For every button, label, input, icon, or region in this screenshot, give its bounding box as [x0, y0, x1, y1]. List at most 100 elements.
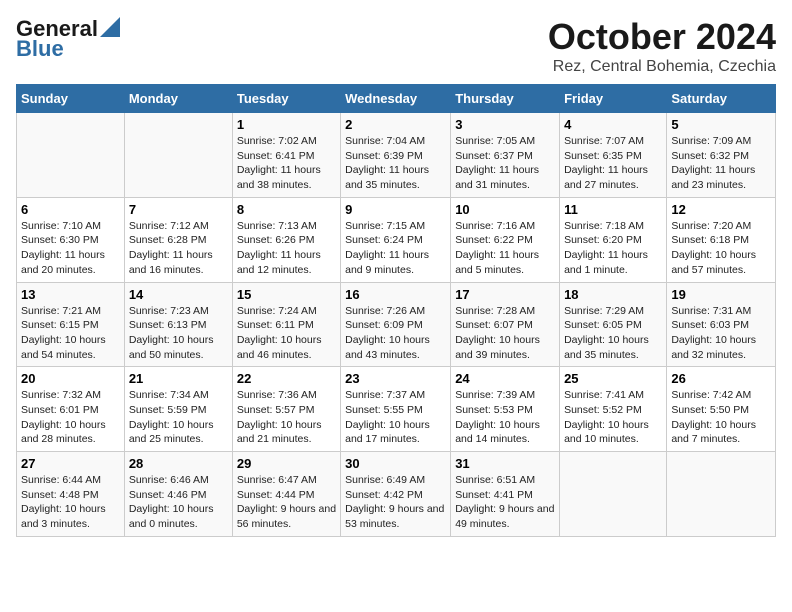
calendar-cell	[560, 452, 667, 537]
day-header-thursday: Thursday	[451, 85, 560, 113]
calendar-cell: 16 Sunrise: 7:26 AM Sunset: 6:09 PM Dayli…	[341, 282, 451, 367]
day-info: Sunrise: 7:16 AM Sunset: 6:22 PM Dayligh…	[455, 219, 555, 278]
day-info: Sunrise: 7:31 AM Sunset: 6:03 PM Dayligh…	[671, 304, 771, 363]
calendar-cell: 12 Sunrise: 7:20 AM Sunset: 6:18 PM Dayli…	[667, 197, 776, 282]
day-number: 25	[564, 371, 662, 386]
logo-arrow-icon	[100, 17, 120, 37]
calendar-cell: 15 Sunrise: 7:24 AM Sunset: 6:11 PM Dayli…	[232, 282, 340, 367]
calendar-cell: 27 Sunrise: 6:44 AM Sunset: 4:48 PM Dayli…	[17, 452, 125, 537]
day-info: Sunrise: 7:34 AM Sunset: 5:59 PM Dayligh…	[129, 388, 228, 447]
calendar-cell: 29Sunrise: 6:47 AM Sunset: 4:44 PM Dayli…	[232, 452, 340, 537]
day-number: 14	[129, 287, 228, 302]
calendar-cell: 30 Sunrise: 6:49 AM Sunset: 4:42 PM Dayli…	[341, 452, 451, 537]
calendar-cell: 14 Sunrise: 7:23 AM Sunset: 6:13 PM Dayli…	[124, 282, 232, 367]
calendar-cell: 26 Sunrise: 7:42 AM Sunset: 5:50 PM Dayli…	[667, 367, 776, 452]
day-info: Sunrise: 7:07 AM Sunset: 6:35 PM Dayligh…	[564, 134, 662, 193]
day-number: 7	[129, 202, 228, 217]
day-info: Sunrise: 7:12 AM Sunset: 6:28 PM Dayligh…	[129, 219, 228, 278]
calendar-cell: 1Sunrise: 7:02 AM Sunset: 6:41 PM Daylig…	[232, 113, 340, 198]
calendar-cell: 2 Sunrise: 7:04 AM Sunset: 6:39 PM Daylig…	[341, 113, 451, 198]
day-info: Sunrise: 7:13 AM Sunset: 6:26 PM Dayligh…	[237, 219, 336, 278]
day-number: 24	[455, 371, 555, 386]
calendar-week-row: 20 Sunrise: 7:32 AM Sunset: 6:01 PM Dayli…	[17, 367, 776, 452]
day-info: Sunrise: 7:42 AM Sunset: 5:50 PM Dayligh…	[671, 388, 771, 447]
day-header-monday: Monday	[124, 85, 232, 113]
calendar-cell: 31Sunrise: 6:51 AM Sunset: 4:41 PM Dayli…	[451, 452, 560, 537]
day-info: Sunrise: 7:26 AM Sunset: 6:09 PM Dayligh…	[345, 304, 446, 363]
day-number: 5	[671, 117, 771, 132]
day-number: 2	[345, 117, 446, 132]
day-info: Sunrise: 7:09 AM Sunset: 6:32 PM Dayligh…	[671, 134, 771, 193]
day-info: Sunrise: 7:15 AM Sunset: 6:24 PM Dayligh…	[345, 219, 446, 278]
day-number: 28	[129, 456, 228, 471]
calendar-cell: 11 Sunrise: 7:18 AM Sunset: 6:20 PM Dayli…	[560, 197, 667, 282]
calendar-table: SundayMondayTuesdayWednesdayThursdayFrid…	[16, 84, 776, 537]
day-header-sunday: Sunday	[17, 85, 125, 113]
day-info: Sunrise: 7:28 AM Sunset: 6:07 PM Dayligh…	[455, 304, 555, 363]
calendar-cell: 28Sunrise: 6:46 AM Sunset: 4:46 PM Dayli…	[124, 452, 232, 537]
calendar-cell: 4Sunrise: 7:07 AM Sunset: 6:35 PM Daylig…	[560, 113, 667, 198]
day-info: Sunrise: 7:18 AM Sunset: 6:20 PM Dayligh…	[564, 219, 662, 278]
day-number: 11	[564, 202, 662, 217]
page-header: General Blue October 2024 Rez, Central B…	[16, 16, 776, 76]
day-number: 8	[237, 202, 336, 217]
calendar-cell: 17 Sunrise: 7:28 AM Sunset: 6:07 PM Dayli…	[451, 282, 560, 367]
day-info: Sunrise: 7:05 AM Sunset: 6:37 PM Dayligh…	[455, 134, 555, 193]
calendar-cell: 18 Sunrise: 7:29 AM Sunset: 6:05 PM Dayli…	[560, 282, 667, 367]
day-info: Sunrise: 7:02 AM Sunset: 6:41 PM Dayligh…	[237, 134, 336, 193]
day-number: 17	[455, 287, 555, 302]
day-number: 16	[345, 287, 446, 302]
day-number: 30	[345, 456, 446, 471]
calendar-cell: 21 Sunrise: 7:34 AM Sunset: 5:59 PM Dayli…	[124, 367, 232, 452]
day-info: Sunrise: 7:23 AM Sunset: 6:13 PM Dayligh…	[129, 304, 228, 363]
day-info: Sunrise: 7:20 AM Sunset: 6:18 PM Dayligh…	[671, 219, 771, 278]
day-number: 22	[237, 371, 336, 386]
day-number: 15	[237, 287, 336, 302]
day-info: Sunrise: 7:39 AM Sunset: 5:53 PM Dayligh…	[455, 388, 555, 447]
day-header-wednesday: Wednesday	[341, 85, 451, 113]
page-title: October 2024	[548, 16, 776, 58]
day-number: 31	[455, 456, 555, 471]
day-number: 23	[345, 371, 446, 386]
day-number: 27	[21, 456, 120, 471]
calendar-body: 1Sunrise: 7:02 AM Sunset: 6:41 PM Daylig…	[17, 113, 776, 537]
calendar-cell	[17, 113, 125, 198]
calendar-week-row: 27 Sunrise: 6:44 AM Sunset: 4:48 PM Dayli…	[17, 452, 776, 537]
calendar-cell	[124, 113, 232, 198]
day-number: 21	[129, 371, 228, 386]
calendar-week-row: 1Sunrise: 7:02 AM Sunset: 6:41 PM Daylig…	[17, 113, 776, 198]
calendar-cell: 13 Sunrise: 7:21 AM Sunset: 6:15 PM Dayli…	[17, 282, 125, 367]
day-number: 18	[564, 287, 662, 302]
calendar-cell: 10Sunrise: 7:16 AM Sunset: 6:22 PM Dayli…	[451, 197, 560, 282]
day-header-saturday: Saturday	[667, 85, 776, 113]
day-number: 20	[21, 371, 120, 386]
day-info: Sunrise: 7:24 AM Sunset: 6:11 PM Dayligh…	[237, 304, 336, 363]
calendar-cell: 24 Sunrise: 7:39 AM Sunset: 5:53 PM Dayli…	[451, 367, 560, 452]
day-info: Sunrise: 7:04 AM Sunset: 6:39 PM Dayligh…	[345, 134, 446, 193]
day-number: 29	[237, 456, 336, 471]
day-number: 26	[671, 371, 771, 386]
day-header-friday: Friday	[560, 85, 667, 113]
day-header-tuesday: Tuesday	[232, 85, 340, 113]
day-info: Sunrise: 7:29 AM Sunset: 6:05 PM Dayligh…	[564, 304, 662, 363]
day-number: 9	[345, 202, 446, 217]
day-number: 12	[671, 202, 771, 217]
calendar-header-row: SundayMondayTuesdayWednesdayThursdayFrid…	[17, 85, 776, 113]
day-info: Sunrise: 7:10 AM Sunset: 6:30 PM Dayligh…	[21, 219, 120, 278]
calendar-cell: 8 Sunrise: 7:13 AM Sunset: 6:26 PM Daylig…	[232, 197, 340, 282]
day-info: Sunrise: 7:32 AM Sunset: 6:01 PM Dayligh…	[21, 388, 120, 447]
day-info: Sunrise: 6:44 AM Sunset: 4:48 PM Dayligh…	[21, 473, 120, 532]
day-info: Sunrise: 7:21 AM Sunset: 6:15 PM Dayligh…	[21, 304, 120, 363]
day-info: Sunrise: 7:41 AM Sunset: 5:52 PM Dayligh…	[564, 388, 662, 447]
calendar-cell: 19 Sunrise: 7:31 AM Sunset: 6:03 PM Dayli…	[667, 282, 776, 367]
day-number: 3	[455, 117, 555, 132]
title-block: October 2024 Rez, Central Bohemia, Czech…	[548, 16, 776, 76]
day-info: Sunrise: 6:49 AM Sunset: 4:42 PM Dayligh…	[345, 473, 446, 532]
calendar-cell: 7 Sunrise: 7:12 AM Sunset: 6:28 PM Daylig…	[124, 197, 232, 282]
day-info: Sunrise: 7:37 AM Sunset: 5:55 PM Dayligh…	[345, 388, 446, 447]
calendar-cell: 20 Sunrise: 7:32 AM Sunset: 6:01 PM Dayli…	[17, 367, 125, 452]
day-number: 19	[671, 287, 771, 302]
logo-blue-text: Blue	[16, 36, 64, 62]
day-number: 13	[21, 287, 120, 302]
calendar-cell: 9 Sunrise: 7:15 AM Sunset: 6:24 PM Daylig…	[341, 197, 451, 282]
